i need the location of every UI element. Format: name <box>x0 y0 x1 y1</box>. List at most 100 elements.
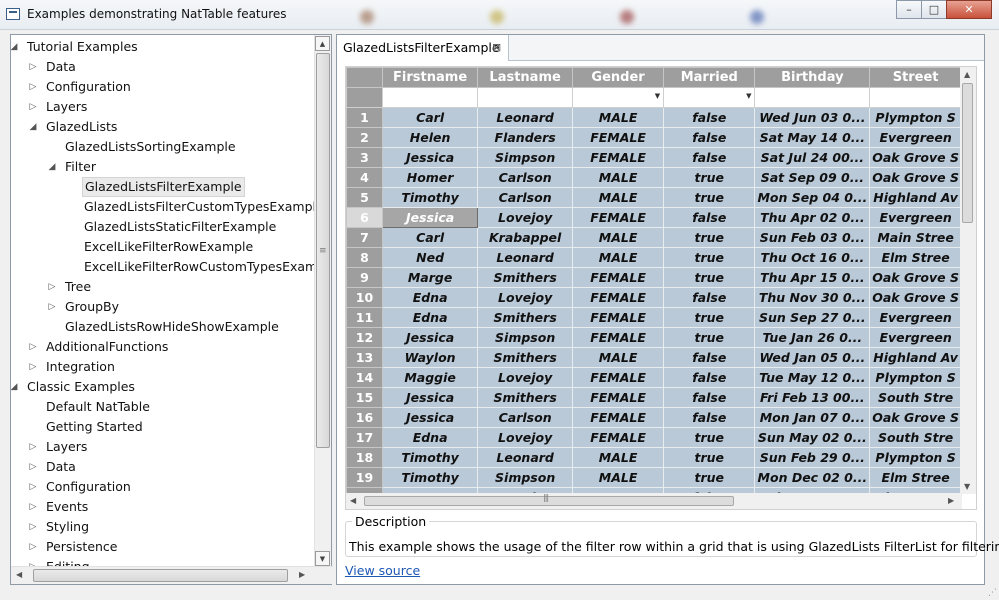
row-header[interactable]: 14 <box>346 367 383 388</box>
table-cell[interactable]: Timothy <box>381 467 479 488</box>
expanded-triangle-icon[interactable]: ◢ <box>11 37 19 57</box>
scroll-up-arrow-icon[interactable]: ▲ <box>964 70 970 79</box>
tree-item[interactable]: ◢ Classic Examples <box>11 377 316 397</box>
table-cell[interactable]: South Stre <box>869 427 962 448</box>
table-cell[interactable]: Oak Grove S <box>869 407 962 428</box>
table-cell[interactable]: Thu Oct 16 0... <box>754 247 871 268</box>
row-header[interactable]: 2 <box>346 127 383 148</box>
filter-cell[interactable] <box>754 87 871 108</box>
column-header[interactable]: Firstname <box>381 67 479 88</box>
table-cell[interactable]: MALE <box>572 187 665 208</box>
table-cell[interactable]: Oak Grove S <box>869 287 962 308</box>
minimize-button[interactable]: – <box>896 0 922 19</box>
filter-cell[interactable]: ▼ <box>572 87 665 108</box>
collapsed-triangle-icon[interactable]: ▷ <box>28 497 38 517</box>
row-header[interactable]: 15 <box>346 387 383 408</box>
table-cell[interactable]: true <box>663 327 756 348</box>
table-cell[interactable]: true <box>663 187 756 208</box>
table-cell[interactable]: Wed Jan 05 0... <box>754 347 871 368</box>
table-cell[interactable]: Timothy <box>381 187 479 208</box>
table-cell[interactable]: FEMALE <box>572 307 665 328</box>
scroll-up-arrow-icon[interactable]: ▲ <box>315 36 330 51</box>
row-header[interactable]: 19 <box>346 467 383 488</box>
tab-close-icon[interactable]: ⊠ <box>492 35 501 60</box>
table-cell[interactable]: MALE <box>572 347 665 368</box>
table-cell[interactable]: Carlson <box>477 187 574 208</box>
table-cell[interactable]: Simpson <box>477 467 574 488</box>
tree-item[interactable]: ▷ Events <box>11 497 316 517</box>
table-cell[interactable]: Jessica <box>381 407 479 428</box>
collapsed-triangle-icon[interactable]: ▷ <box>28 337 38 357</box>
collapsed-triangle-icon[interactable]: ▷ <box>28 517 38 537</box>
scroll-right-arrow-icon[interactable]: ▶ <box>299 570 305 579</box>
column-header[interactable]: Lastname <box>477 67 574 88</box>
table-cell[interactable]: FEMALE <box>572 267 665 288</box>
table-cell[interactable]: Smithers <box>477 307 574 328</box>
filter-cell[interactable]: ▼ <box>663 87 756 108</box>
tree-item[interactable]: ExcelLikeFilterRowCustomTypesExample <box>11 257 316 277</box>
table-cell[interactable]: Mon Jan 07 0... <box>754 407 871 428</box>
table-cell[interactable]: true <box>663 307 756 328</box>
tree-item[interactable]: ▷ Integration <box>11 357 316 377</box>
table-cell[interactable]: false <box>663 287 756 308</box>
table-cell[interactable]: Lovejoy <box>477 427 574 448</box>
collapsed-triangle-icon[interactable]: ▷ <box>28 477 38 497</box>
filter-cell[interactable] <box>477 87 574 108</box>
table-cell[interactable]: Homer <box>381 167 479 188</box>
table-cell[interactable]: Flanders <box>477 127 574 148</box>
table-cell[interactable]: FEMALE <box>572 147 665 168</box>
table-cell[interactable]: Ned <box>381 247 479 268</box>
table-cell[interactable]: Sat May 14 0... <box>754 127 871 148</box>
grid-horizontal-scrollbar[interactable]: ◀ ▶ <box>346 493 962 509</box>
tree-item[interactable]: GlazedListsStaticFilterExample <box>11 217 316 237</box>
table-cell[interactable]: Edna <box>381 427 479 448</box>
table-cell[interactable]: Leonard <box>477 107 574 128</box>
filter-cell[interactable] <box>869 87 962 108</box>
table-cell[interactable]: true <box>663 167 756 188</box>
table-cell[interactable]: Sun Sep 27 0... <box>754 307 871 328</box>
tree-item[interactable]: ▷ AdditionalFunctions <box>11 337 316 357</box>
collapsed-triangle-icon[interactable]: ▷ <box>47 297 57 317</box>
tree-item[interactable]: ▷ Configuration <box>11 477 316 497</box>
table-cell[interactable]: Simpson <box>477 147 574 168</box>
tab-glazedlists-filter-example[interactable]: GlazedListsFilterExample ⊠ <box>337 35 509 61</box>
table-cell[interactable]: Tue Jan 26 0... <box>754 327 871 348</box>
scroll-right-arrow-icon[interactable]: ▶ <box>948 496 954 505</box>
row-header[interactable]: 18 <box>346 447 383 468</box>
scroll-left-arrow-icon[interactable]: ◀ <box>350 496 356 505</box>
table-cell[interactable]: true <box>663 227 756 248</box>
table-cell[interactable]: Oak Grove S <box>869 147 962 168</box>
grid-vertical-scroll-thumb[interactable] <box>962 83 973 223</box>
grid-vertical-scrollbar[interactable]: ▲ ▼ <box>960 67 976 494</box>
tree-item[interactable]: ◢ Filter <box>11 157 316 177</box>
table-cell[interactable]: Sun Feb 29 0... <box>754 447 871 468</box>
table-cell[interactable]: Carlson <box>477 407 574 428</box>
table-cell[interactable]: Thu Apr 02 0... <box>754 207 871 228</box>
scroll-down-arrow-icon[interactable]: ▼ <box>315 551 330 566</box>
table-cell[interactable]: true <box>663 427 756 448</box>
tree-item[interactable]: ▷ Layers <box>11 437 316 457</box>
table-cell[interactable]: Jessica <box>381 147 479 168</box>
table-cell[interactable]: MALE <box>572 227 665 248</box>
tree-item[interactable]: ▷ Configuration <box>11 77 316 97</box>
table-cell[interactable]: false <box>663 207 756 228</box>
table-cell[interactable]: Mon Dec 02 0... <box>754 467 871 488</box>
row-header[interactable]: 7 <box>346 227 383 248</box>
collapsed-triangle-icon[interactable]: ▷ <box>28 77 38 97</box>
table-cell[interactable]: FEMALE <box>572 427 665 448</box>
grid-horizontal-scroll-thumb[interactable] <box>364 493 734 506</box>
expanded-triangle-icon[interactable]: ◢ <box>28 117 38 137</box>
table-cell[interactable]: Helen <box>381 127 479 148</box>
table-cell[interactable]: Jessica <box>381 327 479 348</box>
tree-item[interactable]: Default NatTable <box>11 397 316 417</box>
table-cell[interactable]: Carl <box>381 107 479 128</box>
column-header[interactable]: Gender <box>572 67 665 88</box>
table-cell[interactable]: Elm Stree <box>869 247 962 268</box>
table-cell[interactable]: Simpson <box>477 327 574 348</box>
table-cell[interactable]: false <box>663 147 756 168</box>
table-cell[interactable]: Lovejoy <box>477 207 574 228</box>
table-cell[interactable]: Oak Grove S <box>869 167 962 188</box>
table-cell[interactable]: FEMALE <box>572 327 665 348</box>
table-cell[interactable]: Leonard <box>477 447 574 468</box>
table-cell[interactable]: Krabappel <box>477 227 574 248</box>
